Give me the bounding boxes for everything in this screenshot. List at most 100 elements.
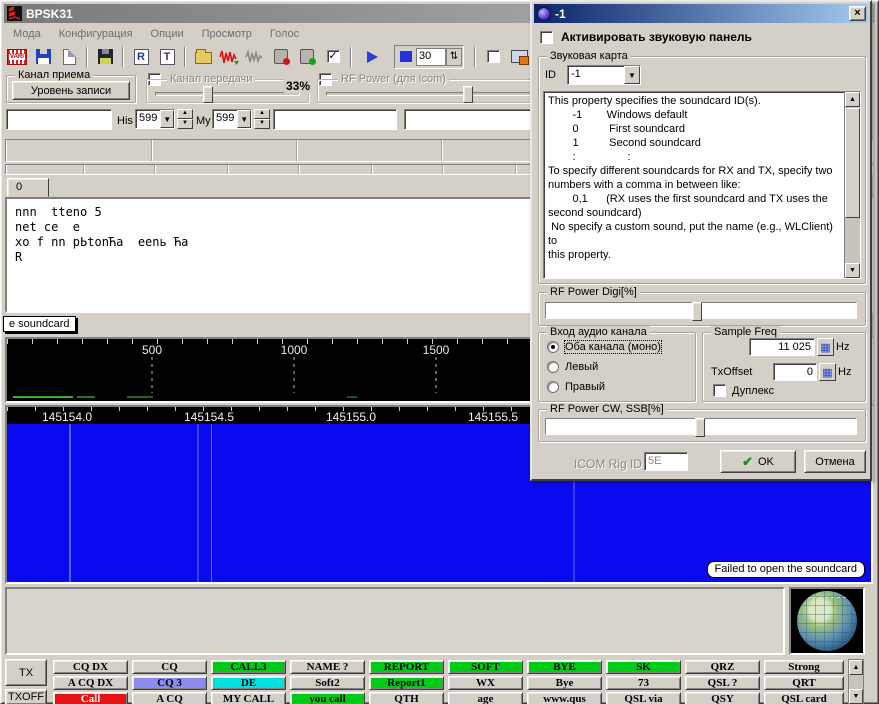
macro-scrollbar[interactable]: ▲ ▼ [848,659,864,704]
his-rst-combo[interactable]: 599 ▼ [135,109,175,129]
scroll-down-icon[interactable]: ▼ [849,689,863,704]
scroll-up-icon[interactable]: ▲ [849,660,863,675]
play-voice-button[interactable] [295,46,319,68]
scroll-up-icon[interactable]: ▲ [845,92,860,107]
macro-button[interactable]: CQ [132,660,207,674]
close-icon[interactable]: × [849,6,866,21]
tx-text-area[interactable] [5,587,785,655]
record-wave-button[interactable] [217,46,241,68]
menu-moda[interactable]: Мода [4,26,50,42]
macro-button[interactable]: Soft2 [290,676,365,690]
name-input[interactable] [273,109,397,130]
save-button[interactable] [31,46,55,68]
cancel-button[interactable]: Отмена [804,450,866,473]
txoff-button[interactable]: TXOFF [5,689,47,704]
macro-button[interactable]: MY CALL [211,692,286,704]
macro-button[interactable]: NAME ? [290,660,365,674]
record-voice-button[interactable] [269,46,293,68]
rf-power-slider-thumb[interactable] [463,86,473,103]
globe-panel[interactable] [789,587,865,655]
macro-button[interactable]: SK [606,660,681,674]
speed-spinner[interactable]: ⇅ [446,48,462,66]
soundcard-help-box[interactable]: This property specifies the soundcard ID… [543,91,861,279]
macro-button[interactable]: SOFT [448,660,523,674]
macro-button[interactable]: A CQ [132,692,207,704]
down-arrow-icon[interactable]: ▼ [177,119,193,129]
rf-power-slider[interactable] [326,92,548,96]
macro-button[interactable]: you call [290,692,365,704]
down-arrow-icon[interactable]: ▼ [254,119,270,129]
radio-left-channel[interactable] [547,361,559,373]
macro-button[interactable]: www.qus [527,692,602,704]
scrollbar-thumb[interactable] [845,108,860,218]
rf-power-digi-thumb[interactable] [692,302,702,321]
my-rst-combo[interactable]: 599 ▼ [212,109,252,129]
record-level-button[interactable]: Уровень записи [12,81,130,100]
ok-button[interactable]: ✔ OK [720,450,796,473]
macro-button[interactable]: QRZ [685,660,760,674]
macro-button[interactable]: QSL via [606,692,681,704]
macro-button[interactable]: Report1 [369,676,444,690]
menu-voice[interactable]: Голос [261,26,308,42]
up-arrow-icon[interactable]: ▲ [177,109,193,119]
activate-sound-panel-checkbox[interactable] [540,31,553,44]
chevron-down-icon[interactable]: ▼ [160,110,174,128]
macro-button[interactable]: 73 [606,676,681,690]
soundcard-id-combo[interactable]: -1 ▼ [567,65,641,85]
calculator-icon[interactable]: ▦ [819,363,836,381]
new-file-button[interactable] [57,46,81,68]
toolbar-checkbox-unchecked[interactable] [481,46,505,68]
radio-both-channels[interactable] [547,341,559,353]
tx-offset-input[interactable]: 0 [773,363,817,381]
duplex-checkbox[interactable] [713,384,726,397]
macro-button[interactable]: QTH [369,692,444,704]
audio-option-label[interactable]: Левый [565,361,598,373]
log-save-button[interactable] [507,46,531,68]
menu-view[interactable]: Просмотр [193,26,261,42]
chevron-down-icon[interactable]: ▼ [237,110,251,128]
dialog-titlebar[interactable]: -1 [534,4,868,23]
macro-button[interactable]: CQ 3 [132,676,207,690]
macro-button[interactable]: QSY [685,692,760,704]
macro-button[interactable]: CQ DX [53,660,128,674]
toolbar-checkbox-checked[interactable]: ✓ [321,46,345,68]
play-wave-button[interactable] [243,46,267,68]
macro-button[interactable]: QSL ? [685,676,760,690]
macro-button[interactable]: REPORT [369,660,444,674]
audio-option-label[interactable]: Оба канала (моно) [565,341,661,353]
macro-button[interactable]: WX [448,676,523,690]
callsign-input[interactable] [6,109,112,130]
tx-level-slider-thumb[interactable] [203,86,213,103]
his-rst-spinner[interactable]: ▲▼ [177,109,193,129]
menu-options[interactable]: Опции [142,26,193,42]
up-arrow-icon[interactable]: ▲ [254,109,270,119]
help-scrollbar[interactable]: ▲ ▼ [844,92,860,278]
my-rst-spinner[interactable]: ▲▼ [254,109,270,129]
macro-button[interactable]: Call [53,692,128,704]
macro-button[interactable]: BYE [527,660,602,674]
menu-configuration[interactable]: Конфигурация [50,26,142,42]
rx-log-button[interactable]: R [129,46,153,68]
rf-power-cw-thumb[interactable] [695,418,705,437]
tx-button[interactable]: TX [5,659,47,686]
sample-freq-input[interactable]: 11 025 [749,338,815,356]
macro-button[interactable]: age [448,692,523,704]
macro-button[interactable]: QRT [764,676,844,690]
tx-start-button[interactable] [357,46,387,68]
rf-power-digi-slider[interactable] [545,302,857,319]
save-log-button[interactable] [93,46,117,68]
rx-tab-0[interactable]: 0 [7,178,49,197]
macro-button[interactable]: QSL card [764,692,844,704]
stop-icon[interactable] [400,51,412,62]
macro-button[interactable]: Strong [764,660,844,674]
chevron-down-icon[interactable]: ▼ [624,66,640,84]
open-file-button[interactable] [191,46,215,68]
macro-button[interactable]: DE [211,676,286,690]
scroll-down-icon[interactable]: ▼ [845,263,860,278]
audio-option-label[interactable]: Правый [565,381,605,393]
macro-button[interactable]: Bye [527,676,602,690]
rf-power-cw-slider[interactable] [545,418,857,435]
calculator-icon[interactable]: ▦ [817,338,834,356]
vari-mode-button[interactable]: VARI [5,46,29,68]
macro-button[interactable]: CALL3 [211,660,286,674]
